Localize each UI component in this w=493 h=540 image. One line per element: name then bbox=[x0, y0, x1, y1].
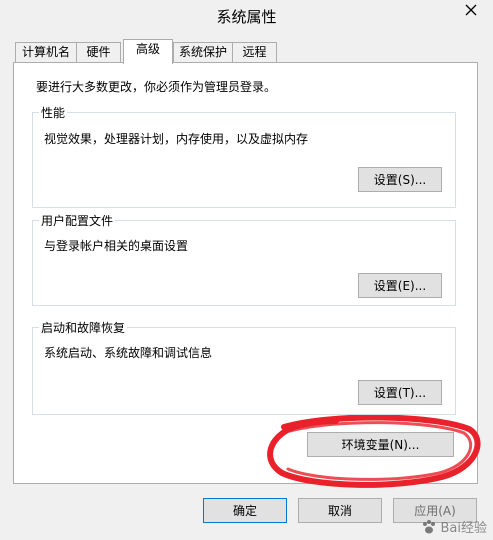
startup-recovery-legend: 启动和故障恢复 bbox=[39, 319, 128, 336]
performance-desc: 视觉效果，处理器计划，内存使用，以及虚拟内存 bbox=[44, 132, 309, 146]
user-profiles-group: 用户配置文件 与登录帐户相关的桌面设置 设置(E)... bbox=[32, 212, 456, 306]
environment-variables-button[interactable]: 环境变量(N)... bbox=[307, 432, 454, 457]
admin-notice: 要进行大多数更改，你必须作为管理员登录。 bbox=[36, 80, 277, 94]
paw-icon bbox=[422, 519, 435, 533]
tab-computer-name[interactable]: 计算机名 bbox=[15, 42, 77, 62]
watermark-text: Bai经验 bbox=[440, 521, 488, 536]
tab-hardware[interactable]: 硬件 bbox=[76, 42, 121, 62]
tab-system-protection[interactable]: 系统保护 bbox=[173, 42, 233, 62]
user-profiles-desc: 与登录帐户相关的桌面设置 bbox=[44, 239, 189, 253]
startup-recovery-group: 启动和故障恢复 系统启动、系统故障和调试信息 设置(T)... bbox=[32, 319, 456, 415]
close-icon bbox=[465, 4, 477, 16]
user-profiles-settings-button[interactable]: 设置(E)... bbox=[358, 273, 442, 298]
performance-legend: 性能 bbox=[39, 104, 68, 121]
cancel-button[interactable]: 取消 bbox=[298, 498, 382, 523]
tab-advanced[interactable]: 高级 bbox=[123, 39, 173, 64]
title-bar: 系统属性 bbox=[0, 0, 493, 32]
performance-group: 性能 视觉效果，处理器计划，内存使用，以及虚拟内存 设置(S)... bbox=[32, 104, 456, 208]
window-title: 系统属性 bbox=[216, 8, 277, 26]
tab-remote[interactable]: 远程 bbox=[232, 42, 277, 62]
close-button[interactable] bbox=[459, 0, 483, 20]
performance-settings-button[interactable]: 设置(S)... bbox=[358, 167, 442, 192]
ok-button[interactable]: 确定 bbox=[203, 498, 287, 523]
startup-recovery-desc: 系统启动、系统故障和调试信息 bbox=[44, 346, 213, 360]
startup-recovery-settings-button[interactable]: 设置(T)... bbox=[358, 380, 442, 405]
watermark: Bai经验 bbox=[421, 517, 488, 536]
user-profiles-legend: 用户配置文件 bbox=[39, 212, 116, 229]
advanced-tab-panel: 要进行大多数更改，你必须作为管理员登录。 性能 视觉效果，处理器计划，内存使用，… bbox=[13, 62, 478, 484]
